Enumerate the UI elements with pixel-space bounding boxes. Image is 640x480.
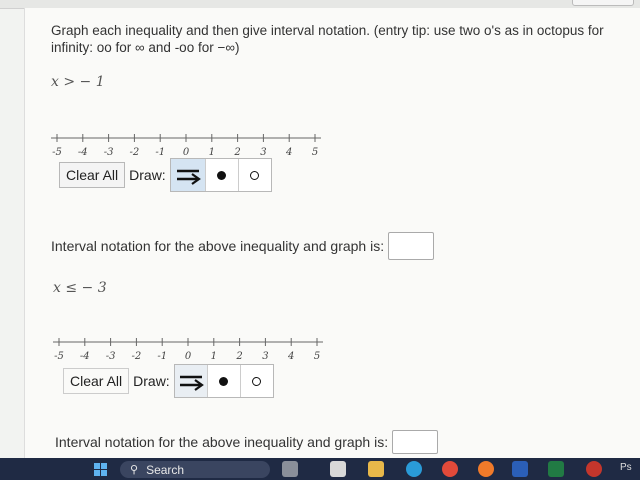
interval-row-1: Interval notation for the above inequali… (51, 232, 435, 260)
open-dot-icon (252, 376, 262, 386)
closed-dot-tool-button[interactable] (205, 159, 239, 191)
search-label: Search (146, 462, 185, 477)
number-line-tick-label: 0 (185, 351, 192, 362)
excel-icon[interactable] (548, 461, 564, 477)
ray-arrow-icon (179, 375, 204, 391)
edge-icon[interactable] (406, 461, 422, 477)
number-line-tick-label: -2 (130, 147, 140, 158)
number-line-2-svg[interactable]: -5 -4 -3 -2 -1 0 1 2 3 4 5 (49, 330, 329, 366)
number-line-tick-label: 5 (312, 147, 318, 158)
ray-tool-button[interactable] (174, 365, 208, 397)
inequality-2: x ≤ − 3 (53, 280, 107, 296)
powerpoint-icon[interactable] (586, 461, 602, 477)
interval-prompt: Interval notation for the above inequali… (55, 434, 389, 450)
number-line-tick-label: 2 (233, 147, 240, 158)
closed-dot-tool-button[interactable] (207, 365, 241, 397)
number-line-tick-label: 2 (235, 351, 242, 362)
browser-page: Graph each inequality and then give inte… (0, 0, 640, 458)
windows-taskbar: ⚲ Search Ps (0, 458, 640, 480)
search-icon: ⚲ (130, 464, 139, 476)
draw-label: Draw: (133, 373, 170, 389)
number-line-tick-label: -3 (104, 147, 114, 158)
closed-dot-icon (217, 170, 227, 180)
instructions-text: Graph each inequality and then give inte… (51, 23, 604, 55)
clear-all-button[interactable]: Clear All (59, 162, 126, 188)
interval-row-2: Interval notation for the above inequali… (55, 430, 439, 454)
number-line-tick-label: 3 (262, 351, 268, 362)
number-line-tick-label: 4 (285, 147, 292, 158)
number-line-tick-label: 3 (260, 147, 266, 158)
chrome-icon[interactable] (442, 461, 458, 477)
browser-tab[interactable] (572, 0, 634, 6)
draw-label: Draw: (129, 167, 166, 183)
draw-tools (169, 158, 272, 192)
open-dot-tool-button[interactable] (238, 159, 271, 191)
taskbar-search[interactable]: ⚲ Search (120, 461, 270, 478)
number-line-tick-label: 0 (183, 147, 190, 158)
task-view-icon[interactable] (330, 461, 346, 477)
number-line-tick-label: 4 (287, 351, 294, 362)
inequality-1: x > − 1 (51, 74, 105, 90)
interval-answer-input[interactable] (392, 430, 439, 454)
closed-dot-icon (219, 376, 229, 386)
clear-all-button[interactable]: Clear All (63, 368, 130, 394)
number-line-tick-label: 1 (209, 147, 215, 158)
draw-tools (173, 364, 274, 398)
word-icon[interactable] (512, 461, 528, 477)
interval-prompt: Interval notation for the above inequali… (51, 238, 385, 254)
interval-answer-input[interactable] (388, 232, 435, 260)
number-line-tick-label: -5 (54, 351, 64, 362)
draw-toolbar-1: Clear All Draw: (59, 158, 272, 192)
number-line-tick-label: -1 (157, 351, 167, 362)
number-line-tick-label: -4 (80, 351, 90, 362)
number-line-tick-label: -3 (106, 351, 116, 362)
number-line-tick-label: 1 (211, 351, 217, 362)
ray-arrow-icon (176, 169, 201, 185)
open-dot-icon (250, 170, 260, 180)
number-line-tick-label: -4 (78, 147, 88, 158)
open-dot-tool-button[interactable] (240, 365, 273, 397)
draw-toolbar-2: Clear All Draw: (63, 364, 274, 398)
tray-text: Ps (620, 462, 632, 473)
number-line-tick-label: 5 (314, 351, 320, 362)
file-explorer-icon[interactable] (368, 461, 384, 477)
start-button[interactable] (94, 463, 107, 476)
number-line-tick-label: -2 (132, 351, 142, 362)
problem-content: Graph each inequality and then give inte… (24, 8, 640, 458)
ray-tool-button[interactable] (170, 159, 206, 191)
firefox-icon[interactable] (478, 461, 494, 477)
number-line-1-svg[interactable]: -5 -4 -3 -2 -1 0 1 2 3 4 5 (47, 126, 327, 162)
number-line-tick-label: -5 (52, 147, 62, 158)
number-line-tick-label: -1 (155, 147, 165, 158)
widgets-icon[interactable] (282, 461, 298, 477)
